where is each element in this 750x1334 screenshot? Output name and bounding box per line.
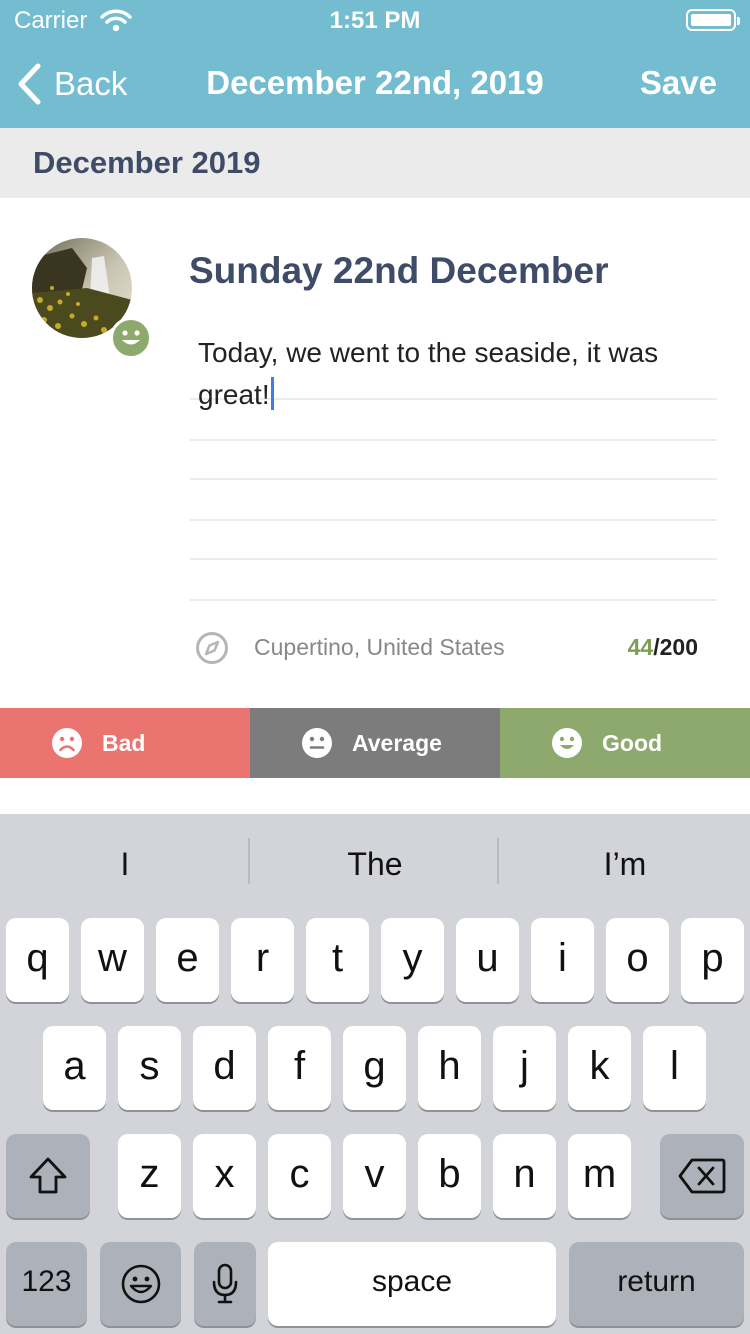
ruled-line	[190, 519, 717, 521]
backspace-key[interactable]	[660, 1134, 744, 1218]
happy-face-icon	[552, 728, 582, 758]
current-mood-badge	[110, 317, 152, 359]
key-t[interactable]: t	[306, 918, 369, 1002]
key-m[interactable]: m	[568, 1134, 631, 1218]
key-q[interactable]: q	[6, 918, 69, 1002]
numbers-key[interactable]: 123	[6, 1242, 87, 1326]
key-j[interactable]: j	[493, 1026, 556, 1110]
predictive-suggestions: I The I’m	[0, 814, 750, 914]
character-count: 44/200	[628, 634, 698, 661]
key-x[interactable]: x	[193, 1134, 256, 1218]
shift-arrow-icon	[29, 1157, 67, 1194]
mood-good-button[interactable]: Good	[500, 708, 750, 778]
backspace-icon	[678, 1158, 726, 1194]
key-l[interactable]: l	[643, 1026, 706, 1110]
key-v[interactable]: v	[343, 1134, 406, 1218]
mood-average-label: Average	[352, 729, 442, 756]
sad-face-icon	[52, 728, 82, 758]
month-section-header: December 2019	[0, 128, 750, 198]
emoji-icon	[121, 1264, 160, 1304]
nav-bar: Back December 22nd, 2019 Save	[0, 40, 750, 128]
key-a[interactable]: a	[43, 1026, 106, 1110]
mood-bad-label: Bad	[102, 729, 146, 756]
neutral-face-icon	[302, 728, 332, 758]
mood-good-label: Good	[602, 729, 663, 756]
key-e[interactable]: e	[156, 918, 219, 1002]
smile-icon	[122, 330, 140, 345]
key-b[interactable]: b	[418, 1134, 481, 1218]
key-n[interactable]: n	[493, 1134, 556, 1218]
key-u[interactable]: u	[456, 918, 519, 1002]
mood-average-button[interactable]: Average	[250, 708, 500, 778]
emoji-key[interactable]	[100, 1242, 181, 1326]
chevron-left-icon	[18, 63, 41, 105]
shift-key[interactable]	[6, 1134, 90, 1218]
dictation-key[interactable]	[194, 1242, 256, 1326]
entry-day-title: Sunday 22nd December	[189, 250, 609, 291]
key-y[interactable]: y	[381, 918, 444, 1002]
ruled-line	[190, 599, 717, 601]
key-s[interactable]: s	[118, 1026, 181, 1110]
key-c[interactable]: c	[268, 1134, 331, 1218]
character-count-limit: /200	[653, 634, 698, 660]
suggestion-1[interactable]: I	[0, 814, 250, 914]
navigation-header: Carrier 1:51 PM Back December 22nd, 2019…	[0, 0, 750, 128]
entry-text-area[interactable]: Today, we went to the seaside, it was gr…	[190, 332, 717, 602]
suggestion-3[interactable]: I’m	[500, 814, 750, 914]
ruled-line	[190, 558, 717, 560]
location-label[interactable]: Cupertino, United States	[254, 634, 505, 661]
suggestion-divider	[497, 838, 499, 884]
mood-selector: Bad Average Good	[0, 708, 750, 778]
microphone-icon	[212, 1263, 238, 1304]
key-d[interactable]: d	[193, 1026, 256, 1110]
space-key[interactable]: space	[268, 1242, 556, 1326]
suggestion-2[interactable]: The	[250, 814, 500, 914]
key-k[interactable]: k	[568, 1026, 631, 1110]
battery-icon	[686, 9, 740, 31]
text-cursor	[270, 377, 274, 410]
compass-icon[interactable]	[195, 631, 229, 665]
back-label: Back	[54, 65, 128, 102]
key-o[interactable]: o	[606, 918, 669, 1002]
ruled-line	[190, 439, 717, 441]
return-key[interactable]: return	[569, 1242, 744, 1326]
back-button[interactable]: Back	[16, 62, 127, 106]
key-h[interactable]: h	[418, 1026, 481, 1110]
key-p[interactable]: p	[681, 918, 744, 1002]
month-title: December 2019	[33, 145, 261, 180]
keyboard: I The I’m q w e r t y u i o p a s d f g …	[0, 814, 750, 1334]
key-r[interactable]: r	[231, 918, 294, 1002]
ruled-line	[190, 478, 717, 480]
key-z[interactable]: z	[118, 1134, 181, 1218]
mood-bad-button[interactable]: Bad	[0, 708, 250, 778]
key-f[interactable]: f	[268, 1026, 331, 1110]
status-time: 1:51 PM	[329, 7, 421, 34]
character-count-current: 44	[627, 634, 654, 660]
key-g[interactable]: g	[343, 1026, 406, 1110]
status-bar: Carrier 1:51 PM	[0, 0, 750, 40]
key-w[interactable]: w	[81, 918, 144, 1002]
entry-text: Today, we went to the seaside, it was gr…	[198, 337, 659, 410]
save-button[interactable]: Save	[640, 64, 717, 102]
key-i[interactable]: i	[531, 918, 594, 1002]
